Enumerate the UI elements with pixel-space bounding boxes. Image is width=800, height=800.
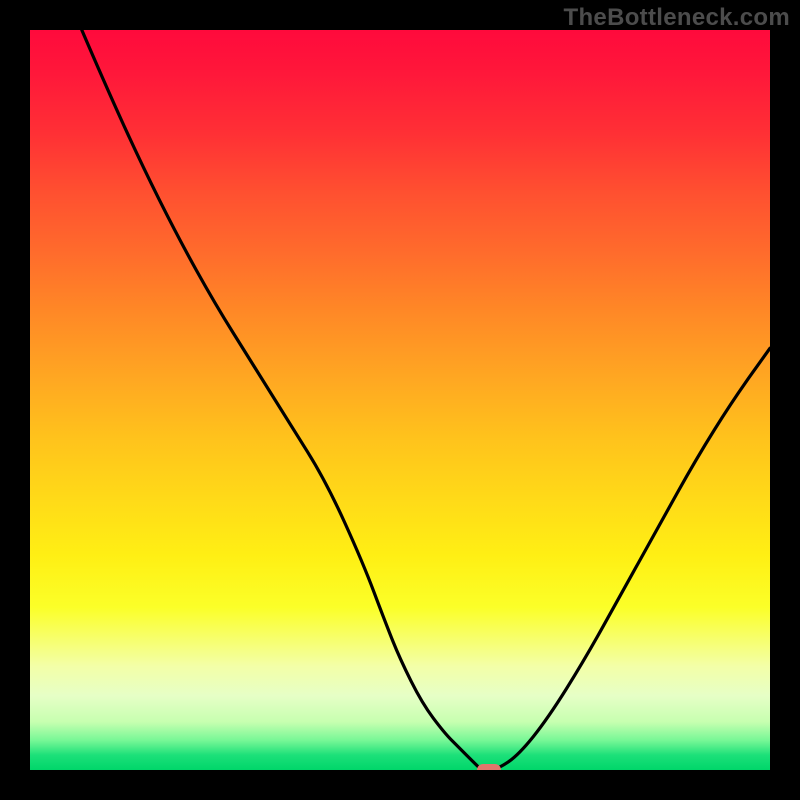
bottleneck-curve — [30, 30, 770, 770]
chart-frame: TheBottleneck.com — [0, 0, 800, 800]
plot-area — [30, 30, 770, 770]
watermark-text: TheBottleneck.com — [564, 4, 790, 32]
optimum-marker — [477, 764, 501, 770]
curve-path — [82, 30, 770, 770]
